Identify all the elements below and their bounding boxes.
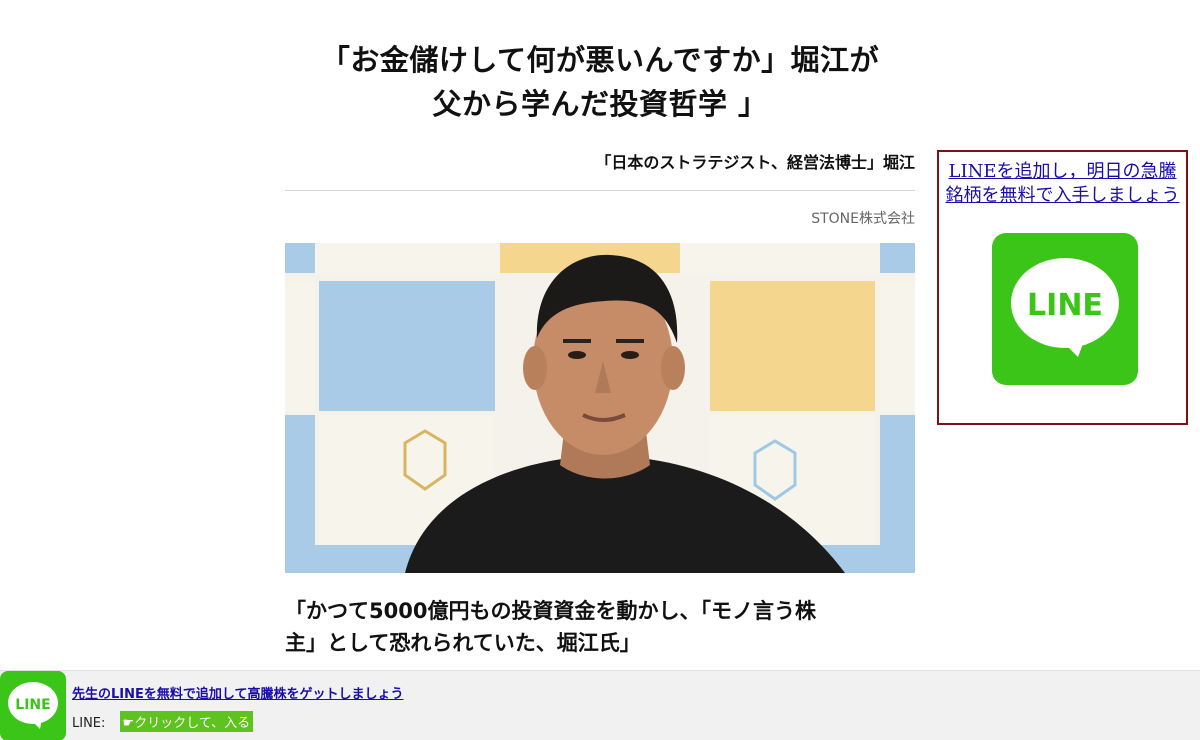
publisher-name: STONE株式会社 xyxy=(811,211,915,227)
line-logo-icon[interactable]: LINE xyxy=(0,671,66,740)
banner-line-label: LINE: xyxy=(72,716,106,731)
divider xyxy=(285,190,915,191)
article-headline: 「お金儲けして何が悪いんですか」堀江が 父から学んだ投資哲学 」 xyxy=(285,38,915,126)
banner-line-link[interactable]: 先生のLINEを無料で追加して高騰株をゲットしましょう xyxy=(72,683,404,702)
line-logo-icon[interactable]: LINE xyxy=(992,233,1138,385)
caption-line-2: 主」として恐れられていた、堀江氏」 xyxy=(285,631,641,655)
line-bottom-banner: LINE 先生のLINEを無料で追加して高騰株をゲットしましょう LINE: ☛… xyxy=(0,670,1200,740)
headline-line-1: 「お金儲けして何が悪いんですか」堀江が xyxy=(320,43,880,77)
line-logo-text: LINE xyxy=(1027,288,1103,323)
line-add-link[interactable]: LINEを追加し，明日の急騰銘柄を無料で入手しましょう xyxy=(943,160,1182,208)
article-byline: 「日本のストラテジスト、経営法博士」堀江 xyxy=(595,153,915,172)
line-sidebar-ad: LINEを追加し，明日の急騰銘柄を無料で入手しましょう LINE xyxy=(937,150,1188,425)
portrait-photo xyxy=(285,243,915,573)
click-enter-button[interactable]: ☛クリックして、入る xyxy=(119,711,254,732)
headline-line-2: 父から学んだ投資哲学 」 xyxy=(432,87,768,121)
banner-logo-text: LINE xyxy=(15,697,50,713)
page: 「お金儲けして何が悪いんですか」堀江が 父から学んだ投資哲学 」 「日本のストラ… xyxy=(0,0,1200,740)
article-photo xyxy=(285,243,915,573)
banner-cta-row: LINE: ☛クリックして、入る xyxy=(72,711,254,732)
article: 「お金儲けして何が悪いんですか」堀江が 父から学んだ投資哲学 」 「日本のストラ… xyxy=(285,38,915,659)
caption-line-1: 「かつて5000億円もの投資資金を動かし、「モノ言う株 xyxy=(285,599,816,623)
article-caption: 「かつて5000億円もの投資資金を動かし、「モノ言う株 主」として恐れられていた… xyxy=(285,595,915,659)
